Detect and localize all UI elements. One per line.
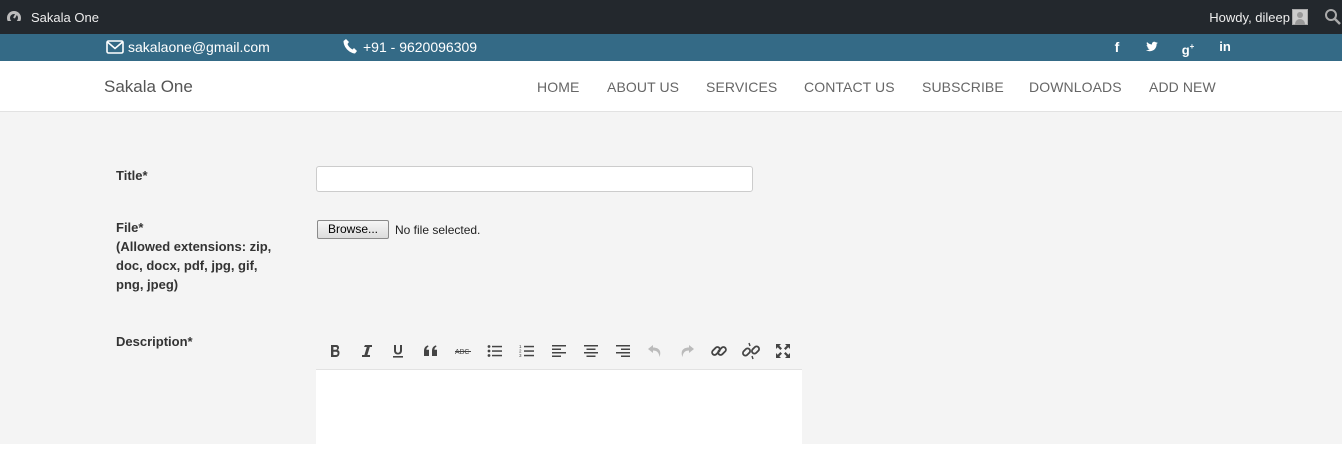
dashboard-icon[interactable]: [6, 9, 22, 25]
nav-subscribe[interactable]: SUBSCRIBE: [922, 79, 1004, 95]
brand-logo[interactable]: Sakala One: [104, 77, 193, 97]
redo-icon[interactable]: [675, 339, 699, 363]
nav-contact-us[interactable]: CONTACT US: [804, 79, 895, 95]
file-label: File*: [116, 220, 144, 235]
svg-text:ABC: ABC: [455, 349, 469, 356]
facebook-icon[interactable]: f: [1112, 39, 1122, 55]
description-editor[interactable]: [316, 369, 802, 450]
underline-icon[interactable]: [386, 339, 410, 363]
bullet-list-icon[interactable]: [483, 339, 507, 363]
phone-icon: [343, 39, 357, 54]
main-navbar: Sakala One HOME ABOUT US SERVICES CONTAC…: [0, 61, 1342, 112]
linkedin-icon[interactable]: in: [1217, 39, 1233, 55]
nav-add-new[interactable]: ADD NEW: [1149, 79, 1216, 95]
unlink-icon[interactable]: [739, 339, 763, 363]
link-icon[interactable]: [707, 339, 731, 363]
admin-site-name[interactable]: Sakala One: [31, 10, 99, 25]
nav-home[interactable]: HOME: [537, 79, 579, 95]
blockquote-icon[interactable]: [419, 339, 443, 363]
file-extensions-note: (Allowed extensions: zip, doc, docx, pdf…: [116, 239, 272, 292]
numbered-list-icon[interactable]: 123: [515, 339, 539, 363]
undo-icon[interactable]: [643, 339, 667, 363]
align-center-icon[interactable]: [579, 339, 603, 363]
bold-icon[interactable]: [323, 339, 347, 363]
howdy-user[interactable]: Howdy, dileep: [1209, 10, 1290, 25]
italic-icon[interactable]: [355, 339, 379, 363]
envelope-icon: [106, 40, 124, 54]
editor-toolbar: ABC 123: [316, 335, 802, 367]
strikethrough-icon[interactable]: ABC: [451, 339, 475, 363]
contact-phone[interactable]: +91 - 9620096309: [363, 39, 477, 55]
admin-bar: Sakala One Howdy, dileep: [0, 0, 1342, 34]
browse-button[interactable]: Browse...: [317, 220, 389, 239]
nav-about-us[interactable]: ABOUT US: [607, 79, 679, 95]
align-left-icon[interactable]: [547, 339, 571, 363]
file-status: No file selected.: [395, 223, 481, 237]
twitter-icon[interactable]: [1145, 39, 1159, 55]
avatar[interactable]: [1292, 9, 1308, 25]
svg-text:3: 3: [519, 353, 522, 358]
contact-email[interactable]: sakalaone@gmail.com: [128, 39, 270, 55]
title-input[interactable]: [316, 166, 753, 192]
google-plus-icon[interactable]: g+: [1180, 39, 1196, 57]
fullscreen-icon[interactable]: [771, 339, 795, 363]
align-right-icon[interactable]: [611, 339, 635, 363]
nav-services[interactable]: SERVICES: [706, 79, 777, 95]
search-icon[interactable]: [1324, 8, 1342, 26]
title-label: Title*: [116, 168, 148, 183]
description-label: Description*: [116, 334, 193, 349]
upload-form: Title* File* (Allowed extensions: zip, d…: [0, 112, 1342, 450]
contact-bar: sakalaone@gmail.com +91 - 9620096309 f g…: [0, 34, 1342, 61]
nav-downloads[interactable]: DOWNLOADS: [1029, 79, 1122, 95]
